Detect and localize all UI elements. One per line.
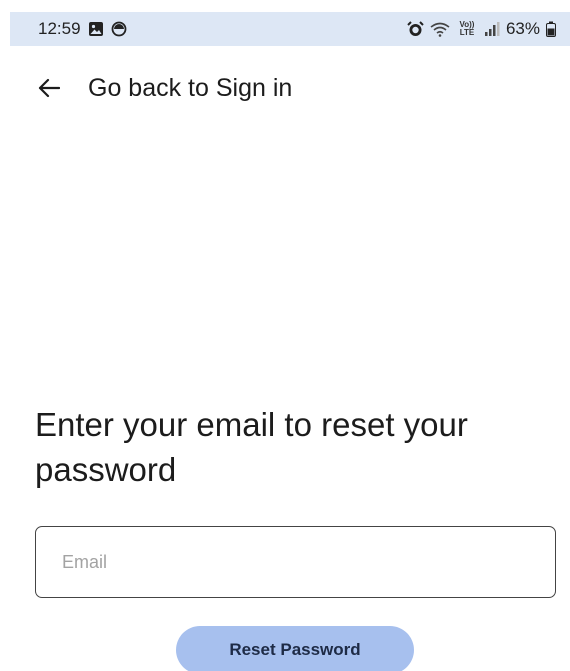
status-bar: 12:59 Vo)) LTE 63% bbox=[10, 12, 570, 46]
battery-percentage: 63% bbox=[505, 19, 540, 38]
email-field[interactable] bbox=[35, 526, 556, 598]
back-to-sign-in-link[interactable]: Go back to Sign in bbox=[88, 74, 292, 103]
alarm-icon bbox=[407, 21, 424, 37]
reset-password-button[interactable]: Reset Password bbox=[176, 626, 414, 671]
battery-icon bbox=[546, 21, 556, 37]
gallery-icon bbox=[88, 21, 104, 37]
back-navigation[interactable]: Go back to Sign in bbox=[38, 68, 292, 108]
circle-app-icon bbox=[111, 21, 127, 37]
reset-password-screen: 12:59 Vo)) LTE 63% Go back to Sign in En… bbox=[0, 0, 570, 671]
signal-icon bbox=[484, 21, 500, 37]
status-time: 12:59 bbox=[38, 19, 81, 38]
page-heading: Enter your email to reset your password bbox=[35, 406, 468, 488]
volte-lte-icon: Vo)) LTE bbox=[459, 20, 475, 37]
arrow-left-icon[interactable] bbox=[38, 78, 60, 98]
status-bar-right: Vo)) LTE 63% bbox=[407, 19, 556, 39]
wifi-icon bbox=[430, 21, 450, 37]
status-bar-left: 12:59 bbox=[38, 19, 127, 39]
